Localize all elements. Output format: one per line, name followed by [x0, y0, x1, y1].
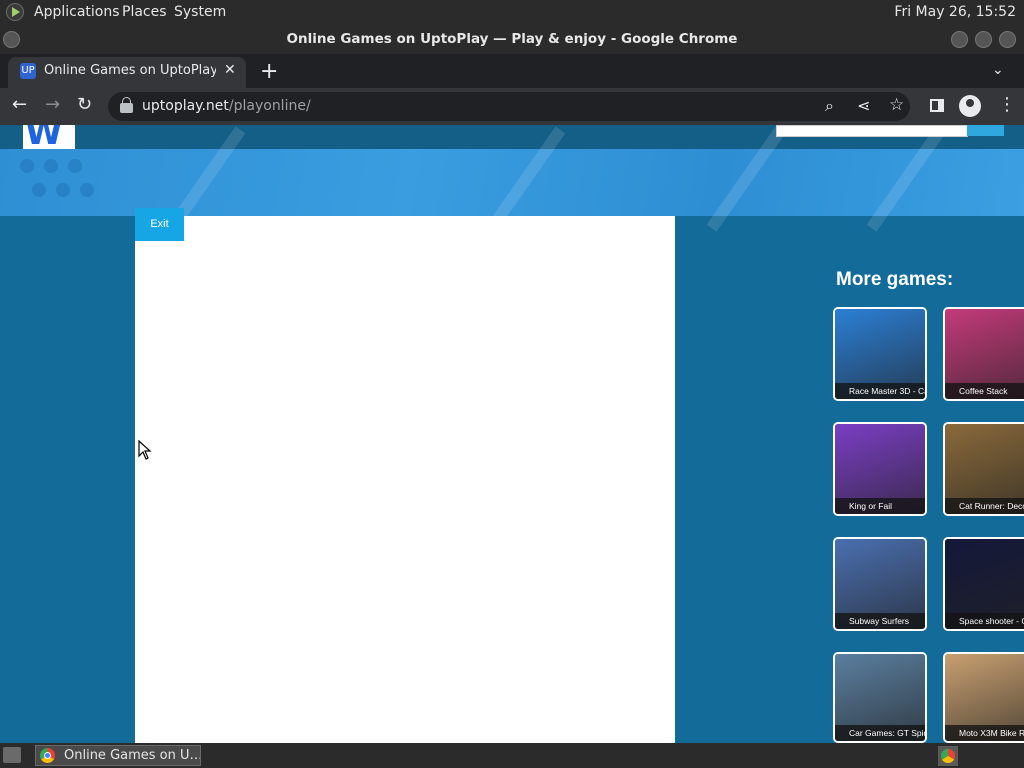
- tab-close-icon[interactable]: ✕: [224, 62, 236, 78]
- tab-title[interactable]: Online Games on UptoPlay — Play & enjoy: [44, 63, 216, 78]
- taskbar-window-chrome[interactable]: Online Games on U…: [35, 745, 201, 766]
- game-title: Car Games: GT Spider: [835, 725, 925, 741]
- game-card[interactable]: Coffee Stack: [943, 307, 1024, 401]
- exit-button[interactable]: Exit: [135, 208, 184, 241]
- site-logo[interactable]: [23, 125, 75, 153]
- game-title: King or Fail: [835, 498, 925, 514]
- game-card[interactable]: Car Games: GT Spider: [833, 652, 927, 743]
- game-card[interactable]: Race Master 3D - Car Racing: [833, 307, 927, 401]
- show-desktop-icon[interactable]: [3, 747, 21, 763]
- window-title: Online Games on UptoPlay — Play & enjoy …: [286, 31, 738, 47]
- game-title: Space shooter - Galaxy attack: [945, 613, 1024, 629]
- os-top-panel: Applications Places System Fri May 26, 1…: [0, 0, 1024, 25]
- game-card[interactable]: King or Fail: [833, 422, 927, 516]
- maximize-button[interactable]: [975, 31, 992, 48]
- side-panel-icon[interactable]: [930, 99, 944, 112]
- game-card[interactable]: Cat Runner: Decorate Home: [943, 422, 1024, 516]
- reload-icon[interactable]: ↻: [77, 94, 92, 115]
- game-card[interactable]: Space shooter - Galaxy attack: [943, 537, 1024, 631]
- lock-body-icon: [120, 103, 133, 113]
- share-icon[interactable]: ⋖: [857, 96, 870, 115]
- site-banner: [0, 126, 1024, 232]
- kebab-menu-icon[interactable]: ⋮: [998, 94, 1016, 115]
- tab-favicon-icon: UP: [20, 63, 36, 79]
- game-card[interactable]: Moto X3M Bike Race Game: [943, 652, 1024, 743]
- close-window-button[interactable]: [999, 31, 1016, 48]
- chrome-icon: [40, 748, 55, 763]
- new-tab-plus-icon[interactable]: +: [260, 59, 278, 84]
- url-text[interactable]: uptoplay.net/playonline/: [142, 98, 311, 114]
- game-card[interactable]: Subway Surfers: [833, 537, 927, 631]
- game-frame[interactable]: [135, 216, 675, 743]
- url-host: uptoplay.net: [142, 98, 229, 114]
- clock[interactable]: Fri May 26, 15:52: [894, 4, 1016, 20]
- game-title: Coffee Stack: [945, 383, 1024, 399]
- more-games-heading: More games:: [836, 269, 954, 290]
- minimize-button[interactable]: [951, 31, 968, 48]
- game-title: Race Master 3D - Car Racing: [835, 383, 925, 399]
- site-search-button[interactable]: [967, 125, 1004, 136]
- window-menu-button[interactable]: [3, 31, 20, 48]
- window-title-bar: Online Games on UptoPlay — Play & enjoy …: [0, 25, 1024, 54]
- url-path: /playonline/: [228, 98, 311, 114]
- tray-chrome-icon[interactable]: [938, 746, 958, 766]
- bookmark-star-icon[interactable]: ☆: [889, 95, 904, 115]
- tab-search-chevron-icon[interactable]: ⌄: [992, 62, 1004, 78]
- applications-menu[interactable]: Applications: [34, 4, 120, 20]
- back-arrow-icon[interactable]: ←: [12, 94, 27, 115]
- game-title: Cat Runner: Decorate Home: [945, 498, 1024, 514]
- game-title: Moto X3M Bike Race Game: [945, 725, 1024, 741]
- system-menu[interactable]: System: [174, 4, 226, 20]
- game-title: Subway Surfers: [835, 613, 925, 629]
- zoom-icon[interactable]: ⌕: [825, 96, 834, 116]
- places-menu[interactable]: Places: [122, 4, 167, 20]
- forward-arrow-icon[interactable]: →: [45, 94, 60, 115]
- os-menu-logo-icon[interactable]: [6, 3, 24, 21]
- web-page: Exit More games: > > > Race Master 3D - …: [0, 125, 1024, 743]
- profile-avatar-icon[interactable]: [959, 95, 981, 117]
